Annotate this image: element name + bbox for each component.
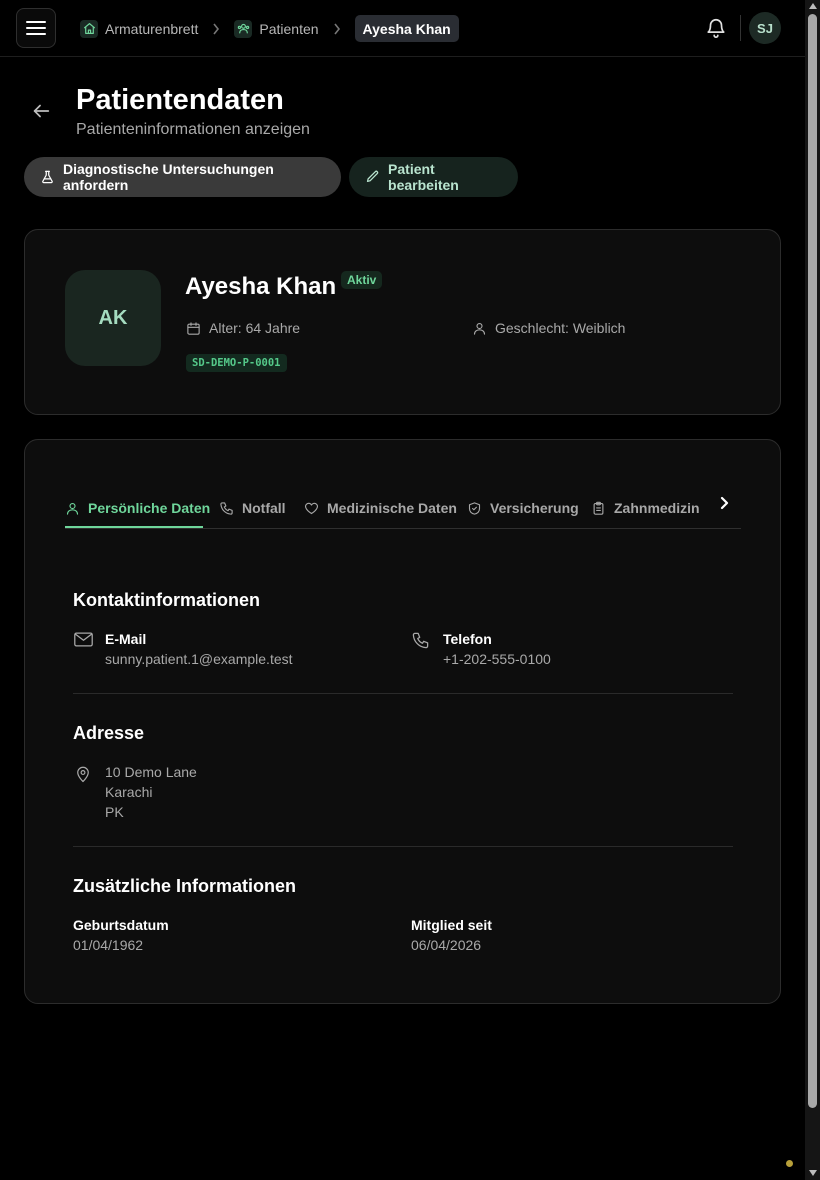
address-line-2: Karachi [105,784,153,800]
hamburger-icon [26,21,46,35]
chevron-right-icon [333,23,341,35]
patient-details-card: Persönliche Daten Notfall Medizinische D… [24,439,781,1004]
flask-icon [42,170,53,184]
tab-label: Medizinische Daten [327,500,457,516]
tab-emergency[interactable]: Notfall [219,488,286,528]
patient-name: Ayesha Khan [185,273,337,300]
edit-patient-button[interactable]: Patient bearbeiten [349,157,518,197]
active-tab-indicator [65,526,203,528]
phone-value[interactable]: +1-202-555-0100 [443,649,551,669]
address-section-title: Adresse [73,723,145,743]
tab-label: Persönliche Daten [88,500,211,516]
patient-age: Alter: 64 Jahre [186,320,300,336]
top-bar: Armaturenbrett Patienten Ayesha Khan SJ [0,0,805,57]
tab-label: Versicherung [490,500,579,516]
patient-gender: Geschlecht: Weiblich [472,320,625,336]
calendar-icon [187,321,200,335]
contact-section-title: Kontaktinformationen [73,590,260,610]
status-dot-icon [786,1160,793,1167]
dob-value: 01/04/1962 [73,937,144,953]
chevron-right-icon [212,23,220,35]
heart-icon [305,502,318,514]
breadcrumb-patients[interactable]: Patienten [234,19,319,38]
breadcrumb-patients-label: Patienten [259,20,319,37]
phone-icon [220,501,233,515]
user-icon [473,322,486,335]
breadcrumb: Armaturenbrett Patienten Ayesha Khan [80,15,459,42]
dob-label: Geburtsdatum [73,917,169,933]
request-diagnostics-label: Diagnostische Untersuchungen anfordern [62,161,274,193]
clipboard-icon [593,501,604,515]
request-diagnostics-button[interactable]: Diagnostische Untersuchungen anfordern [24,157,341,197]
email-value[interactable]: sunny.patient.1@example.test [105,649,293,669]
tab-label: Zahnmedizin [614,500,700,516]
chevron-right-icon [720,496,729,510]
back-button[interactable] [30,100,52,122]
breadcrumb-current-label: Ayesha Khan [362,20,451,37]
edit-patient-label: Patient bearbeiten [388,161,459,193]
toolbar-divider [740,15,741,41]
breadcrumb-home-label: Armaturenbrett [105,20,199,37]
patient-gender-label: Geschlecht: Weiblich [495,320,626,336]
users-icon [234,19,253,38]
shield-icon [468,501,481,515]
bell-icon [707,19,725,38]
member-since-value: 06/04/2026 [411,937,482,953]
pencil-icon [366,170,379,183]
arrow-left-icon [33,104,50,118]
page-title: Patientendaten [76,84,284,116]
phone-label: Telefon [443,631,492,647]
patient-age-label: Alter: 64 Jahre [209,320,301,336]
patient-profile-card: AK Ayesha Khan Aktiv Alter: 64 Jahre Ges… [24,229,781,415]
scrollbar-thumb[interactable] [808,14,817,1108]
mail-icon [74,632,93,647]
tab-dental[interactable]: Zahnmedizin [591,488,700,528]
tab-insurance[interactable]: Versicherung [467,488,579,528]
user-avatar[interactable]: SJ [749,12,781,44]
menu-button[interactable] [16,8,56,48]
patient-avatar: AK [65,270,161,366]
tab-medical[interactable]: Medizinische Daten [304,488,457,528]
email-label: E-Mail [105,631,147,647]
page-scrollbar[interactable] [805,0,820,1180]
phone-icon [412,632,429,649]
tab-bar: Persönliche Daten Notfall Medizinische D… [65,488,741,529]
address-line-3: PK [105,804,124,820]
map-pin-icon [77,766,89,783]
patient-initials: AK [98,306,128,329]
scroll-up-arrow-icon[interactable] [809,3,817,9]
section-divider [73,846,733,847]
breadcrumb-current: Ayesha Khan [354,15,459,42]
tab-personal[interactable]: Persönliche Daten [65,488,210,528]
additional-section-title: Zusätzliche Informationen [73,876,297,896]
user-initials: SJ [757,20,773,36]
member-since-label: Mitglied seit [411,917,492,933]
tab-scroll-right-button[interactable] [719,496,729,510]
scroll-down-arrow-icon[interactable] [809,1170,817,1176]
breadcrumb-home[interactable]: Armaturenbrett [80,19,199,38]
status-badge: Aktiv [341,271,383,289]
tab-label: Notfall [242,500,286,516]
section-divider [73,693,733,694]
home-icon [80,19,98,38]
page-subtitle: Patienteninformationen anzeigen [76,121,310,138]
patient-id-badge: SD-DEMO-P-0001 [186,354,287,372]
address-line-1: 10 Demo Lane [105,764,197,780]
notifications-button[interactable] [705,17,727,39]
user-icon [66,502,79,515]
